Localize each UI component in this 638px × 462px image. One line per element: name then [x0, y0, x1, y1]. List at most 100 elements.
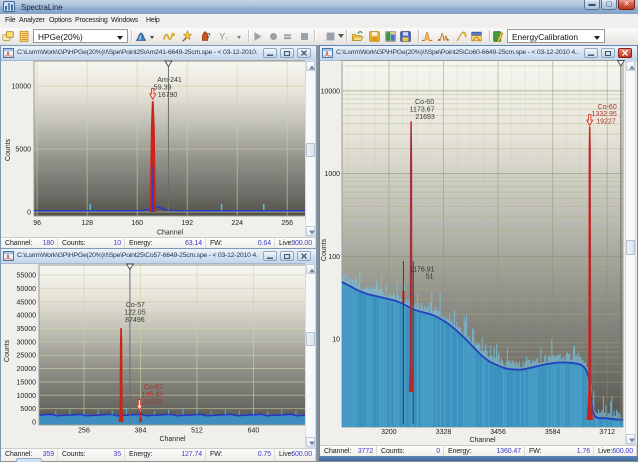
plot-label: Channel: [159, 436, 186, 443]
menu-help[interactable]: Help: [146, 17, 160, 24]
child-window-titlebar-am241[interactable]: C:\Lsrm\Work\GP\HPGe(20%)\!\Spe\Point25\…: [1, 46, 316, 61]
chevron-down-icon[interactable]: [237, 36, 241, 41]
scroll-thumb[interactable]: [306, 332, 315, 346]
record-icon-graphic: [267, 30, 280, 43]
spectrum-file-icon: [3, 48, 14, 58]
chevron-down-icon[interactable]: [591, 31, 603, 41]
save-icon[interactable]: [368, 30, 381, 43]
chevron-down-icon[interactable]: [338, 34, 344, 41]
status-value-channel: 180: [43, 240, 54, 247]
app-minimize-button[interactable]: ▬: [584, 0, 600, 10]
chevron-down-icon[interactable]: [150, 36, 154, 41]
menu-file[interactable]: File: [5, 17, 15, 24]
spectrum-plot-co60[interactable]: Co-601173.67216931176.9151Co-601332.9519…: [320, 60, 637, 445]
peak-search-icon[interactable]: [181, 30, 194, 43]
peak-icon[interactable]: [421, 30, 434, 43]
menu-windows[interactable]: Windows: [111, 17, 138, 24]
child-restore-button[interactable]: [280, 48, 294, 58]
scroll-thumb[interactable]: [306, 143, 315, 157]
plot-label: 15000: [17, 379, 37, 386]
plot-label: 10000: [12, 84, 32, 91]
plot-label: 40000: [17, 313, 37, 320]
pause-icon[interactable]: [281, 30, 294, 43]
child-window-titlebar-co60[interactable]: C:\Lsrm\Work\GP\HPGe(20%)\!\Spe\Point25\…: [320, 46, 637, 61]
peak-fit-icon[interactable]: [437, 30, 450, 43]
child-window-titlebar-co57[interactable]: C:\Lsrm\Work\GP\HPGe(20%)\!\Spe\Point25\…: [1, 249, 316, 264]
detector-dropdown-icon[interactable]: [135, 30, 148, 43]
plot-label: 160: [131, 220, 143, 227]
scroll-down-button[interactable]: [626, 434, 635, 444]
marker-readout-counts: 51: [426, 274, 434, 281]
stop-icon[interactable]: [298, 30, 311, 43]
scroll-up-icon: [308, 64, 316, 71]
save-blue-icon[interactable]: [399, 30, 412, 43]
plot-label: 35000: [17, 326, 37, 333]
scroll-up-button[interactable]: [306, 61, 315, 71]
vertical-scrollbar[interactable]: [305, 60, 316, 237]
smooth-icon[interactable]: [163, 30, 176, 43]
plot-label: 192: [181, 220, 193, 227]
stop-alt-icon[interactable]: [324, 30, 337, 43]
menu-processing[interactable]: Processing: [75, 17, 108, 24]
scroll-down-button[interactable]: [306, 226, 315, 236]
plot-label: 640: [248, 428, 260, 435]
vertical-scrollbar[interactable]: [305, 263, 316, 448]
scroll-down-icon: [308, 229, 316, 236]
calibration-icon[interactable]: [492, 30, 505, 43]
status-label-energy: Energy:: [129, 240, 152, 247]
plot-label: 3200: [381, 429, 397, 436]
plot-label: 5000: [15, 147, 31, 154]
calibration-combobox-value: EnergyCalibration: [512, 32, 578, 42]
toolbar-separator: [418, 30, 420, 42]
app-titlebar[interactable]: SpectraLine ▬ ▢ ✕: [0, 0, 638, 15]
notebook-icon[interactable]: [18, 30, 31, 43]
peak-annotation-energy: 59.39: [154, 85, 172, 92]
spectra-stack-icon[interactable]: [470, 30, 483, 43]
calibration-icon-graphic: [492, 30, 505, 43]
scroll-down-icon: [628, 437, 636, 444]
spectrum-plot-am241[interactable]: Am-24159.3916790050001000096128160192224…: [1, 60, 316, 237]
child-minimize-button[interactable]: [263, 48, 277, 58]
identify-icon[interactable]: ?: [199, 30, 212, 43]
status-value-energy: 127.74: [181, 451, 202, 458]
report-icon[interactable]: [384, 30, 397, 43]
cascade-windows-icon[interactable]: [2, 30, 15, 43]
app-maximize-button[interactable]: ▢: [601, 0, 617, 10]
calibration-combobox[interactable]: EnergyCalibration: [507, 29, 605, 43]
scroll-up-button[interactable]: [306, 264, 315, 274]
scroll-up-button[interactable]: [626, 61, 635, 71]
play-icon[interactable]: [251, 30, 264, 43]
plot-label: 30000: [17, 339, 37, 346]
child-close-button[interactable]: [618, 48, 632, 58]
peak-annotation-nuclide: Co-57: [144, 384, 163, 391]
plot-label: Counts: [321, 238, 328, 261]
vertical-scrollbar[interactable]: [625, 60, 636, 445]
child-minimize-button[interactable]: [584, 48, 598, 58]
child-close-button[interactable]: [297, 251, 311, 261]
peak-annotation-nuclide: Am-241: [157, 77, 182, 84]
status-label-fw: FW:: [210, 451, 222, 458]
main-window-bottom-edge: [319, 456, 638, 461]
efficiency-icon[interactable]: Yi: [217, 30, 230, 43]
detector-combobox[interactable]: HPGe(20%): [33, 29, 128, 43]
child-restore-button[interactable]: [601, 48, 615, 58]
chevron-down-icon[interactable]: [114, 31, 126, 41]
child-window-title: C:\Lsrm\Work\GP\HPGe(20%)\!\Spe\Point25\…: [17, 252, 258, 259]
menu-options[interactable]: Options: [49, 17, 72, 24]
child-minimize-button[interactable]: [263, 251, 277, 261]
app-close-button[interactable]: ✕: [618, 0, 635, 10]
record-icon[interactable]: [267, 30, 280, 43]
peak-area-icon[interactable]: [455, 30, 468, 43]
status-segment-live: Live:600.00: [275, 449, 316, 461]
open-folder-icon[interactable]: [351, 30, 364, 43]
child-restore-button[interactable]: [280, 251, 294, 261]
minimize-icon: [264, 252, 276, 260]
menu-analyzer[interactable]: Analyzer: [19, 17, 45, 24]
spectrum-plot-co57[interactable]: Co-57122.0587496Co-57136.431062505000100…: [1, 263, 316, 448]
scroll-thumb[interactable]: [626, 240, 635, 255]
plot-label: 256: [281, 220, 293, 227]
child-close-button[interactable]: [297, 48, 311, 58]
status-label-channel: Channel:: [324, 448, 351, 455]
scroll-down-button[interactable]: [306, 437, 315, 447]
status-label-counts: Counts:: [62, 451, 85, 458]
